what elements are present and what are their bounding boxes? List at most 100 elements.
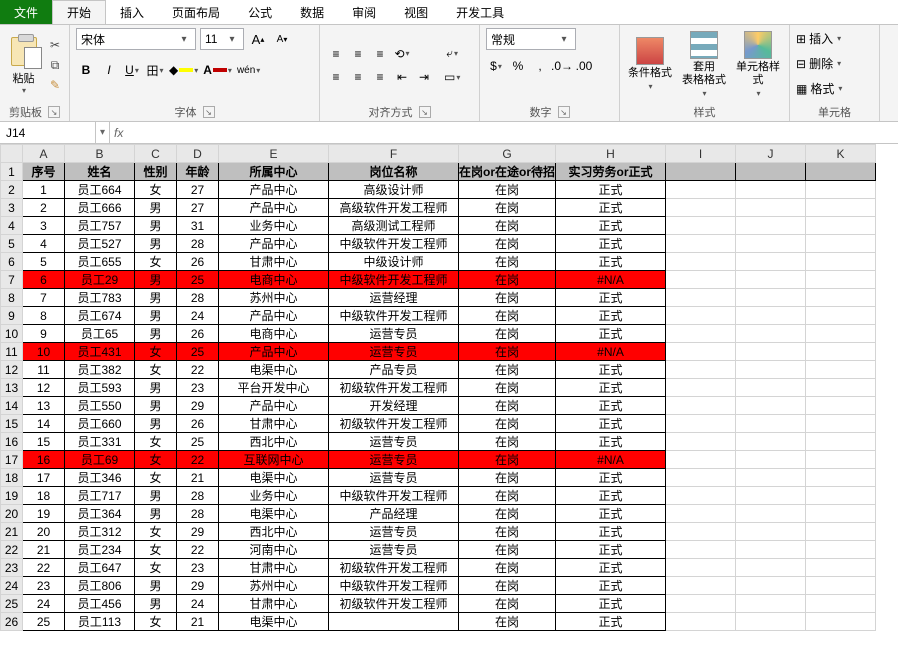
data-cell[interactable]: 男 bbox=[135, 271, 177, 289]
data-cell[interactable]: 22 bbox=[23, 559, 65, 577]
data-cell[interactable]: 员工527 bbox=[65, 235, 135, 253]
data-cell[interactable]: 28 bbox=[177, 505, 219, 523]
data-cell[interactable]: 男 bbox=[135, 397, 177, 415]
data-cell[interactable]: 员工364 bbox=[65, 505, 135, 523]
data-cell[interactable]: 在岗 bbox=[459, 577, 556, 595]
data-cell[interactable]: 在岗 bbox=[459, 217, 556, 235]
data-cell[interactable]: 9 bbox=[23, 325, 65, 343]
data-cell[interactable]: 在岗 bbox=[459, 523, 556, 541]
row-header[interactable]: 3 bbox=[1, 199, 23, 217]
row-header[interactable]: 12 bbox=[1, 361, 23, 379]
data-cell[interactable]: 正式 bbox=[556, 289, 666, 307]
col-header[interactable]: F bbox=[329, 145, 459, 163]
data-cell[interactable]: 女 bbox=[135, 361, 177, 379]
data-cell[interactable]: 23 bbox=[23, 577, 65, 595]
col-header[interactable]: K bbox=[806, 145, 876, 163]
data-cell[interactable]: 29 bbox=[177, 523, 219, 541]
dec-decimal-button[interactable]: .00 bbox=[574, 56, 594, 76]
name-box[interactable]: J14 bbox=[0, 122, 96, 143]
data-cell[interactable]: 初级软件开发工程师 bbox=[329, 595, 459, 613]
row-header[interactable]: 23 bbox=[1, 559, 23, 577]
data-header-cell[interactable]: 年龄 bbox=[177, 163, 219, 181]
data-cell[interactable]: 6 bbox=[23, 271, 65, 289]
data-cell[interactable]: 正式 bbox=[556, 307, 666, 325]
data-cell[interactable]: 男 bbox=[135, 577, 177, 595]
align-left-button[interactable]: ≡ bbox=[326, 67, 346, 87]
data-cell[interactable]: 电渠中心 bbox=[219, 613, 329, 631]
data-cell[interactable]: 员工234 bbox=[65, 541, 135, 559]
data-cell[interactable]: 员工660 bbox=[65, 415, 135, 433]
data-cell[interactable]: 员工655 bbox=[65, 253, 135, 271]
data-cell[interactable]: 在岗 bbox=[459, 271, 556, 289]
tab-file[interactable]: 文件 bbox=[0, 0, 52, 24]
align-middle-button[interactable]: ≡ bbox=[348, 44, 368, 64]
data-cell[interactable]: 中级软件开发工程师 bbox=[329, 307, 459, 325]
data-cell[interactable]: 初级软件开发工程师 bbox=[329, 379, 459, 397]
data-cell[interactable]: 甘肃中心 bbox=[219, 415, 329, 433]
percent-button[interactable]: % bbox=[508, 56, 528, 76]
data-cell[interactable]: 正式 bbox=[556, 217, 666, 235]
data-cell[interactable]: 31 bbox=[177, 217, 219, 235]
name-box-dropdown[interactable]: ▾ bbox=[96, 122, 110, 143]
data-cell[interactable]: 员工757 bbox=[65, 217, 135, 235]
data-cell[interactable]: 25 bbox=[177, 433, 219, 451]
data-cell[interactable]: 员工550 bbox=[65, 397, 135, 415]
data-header-cell[interactable]: 性别 bbox=[135, 163, 177, 181]
data-cell[interactable]: 25 bbox=[177, 271, 219, 289]
data-cell[interactable]: 女 bbox=[135, 253, 177, 271]
data-cell[interactable]: 在岗 bbox=[459, 307, 556, 325]
row-header[interactable]: 16 bbox=[1, 433, 23, 451]
row-header[interactable]: 17 bbox=[1, 451, 23, 469]
copy-button[interactable] bbox=[47, 58, 63, 72]
data-cell[interactable]: 26 bbox=[177, 325, 219, 343]
data-cell[interactable]: 男 bbox=[135, 379, 177, 397]
row-header[interactable]: 10 bbox=[1, 325, 23, 343]
data-cell[interactable]: 员工65 bbox=[65, 325, 135, 343]
row-header[interactable]: 7 bbox=[1, 271, 23, 289]
data-cell[interactable]: 26 bbox=[177, 253, 219, 271]
data-cell[interactable]: 25 bbox=[177, 343, 219, 361]
data-cell[interactable]: 在岗 bbox=[459, 235, 556, 253]
data-cell[interactable]: 在岗 bbox=[459, 505, 556, 523]
data-cell[interactable]: 正式 bbox=[556, 487, 666, 505]
data-cell[interactable] bbox=[329, 613, 459, 631]
data-cell[interactable]: 11 bbox=[23, 361, 65, 379]
data-cell[interactable]: 12 bbox=[23, 379, 65, 397]
data-cell[interactable]: 22 bbox=[177, 361, 219, 379]
delete-cells-button[interactable]: ⊟删除▾ bbox=[796, 53, 841, 74]
data-cell[interactable]: 女 bbox=[135, 433, 177, 451]
orientation-button[interactable]: ⟲▾ bbox=[392, 44, 412, 64]
format-as-table-button[interactable]: 套用 表格格式▾ bbox=[680, 31, 728, 100]
data-cell[interactable]: 男 bbox=[135, 217, 177, 235]
data-cell[interactable]: 2 bbox=[23, 199, 65, 217]
data-cell[interactable]: 25 bbox=[23, 613, 65, 631]
align-top-button[interactable]: ≡ bbox=[326, 44, 346, 64]
data-cell[interactable]: 正式 bbox=[556, 361, 666, 379]
data-cell[interactable]: 24 bbox=[177, 595, 219, 613]
increase-font-button[interactable]: A▴ bbox=[248, 29, 268, 49]
data-cell[interactable]: 男 bbox=[135, 289, 177, 307]
row-header[interactable]: 13 bbox=[1, 379, 23, 397]
data-cell[interactable]: 员工29 bbox=[65, 271, 135, 289]
data-cell[interactable]: 初级软件开发工程师 bbox=[329, 415, 459, 433]
data-cell[interactable]: 正式 bbox=[556, 253, 666, 271]
data-cell[interactable]: 正式 bbox=[556, 235, 666, 253]
data-cell[interactable]: 电商中心 bbox=[219, 271, 329, 289]
data-cell[interactable]: 产品中心 bbox=[219, 397, 329, 415]
data-cell[interactable]: 在岗 bbox=[459, 487, 556, 505]
tab-review[interactable]: 审阅 bbox=[338, 0, 390, 24]
data-cell[interactable]: 正式 bbox=[556, 541, 666, 559]
data-cell[interactable]: 女 bbox=[135, 559, 177, 577]
row-header[interactable]: 6 bbox=[1, 253, 23, 271]
row-header[interactable]: 24 bbox=[1, 577, 23, 595]
data-header-cell[interactable]: 序号 bbox=[23, 163, 65, 181]
data-cell[interactable]: 男 bbox=[135, 415, 177, 433]
bold-button[interactable]: B bbox=[76, 60, 96, 80]
data-cell[interactable]: 产品中心 bbox=[219, 307, 329, 325]
data-cell[interactable]: 21 bbox=[177, 469, 219, 487]
data-cell[interactable]: 26 bbox=[177, 415, 219, 433]
data-cell[interactable]: 23 bbox=[177, 559, 219, 577]
data-cell[interactable]: 27 bbox=[177, 199, 219, 217]
data-cell[interactable]: 中级软件开发工程师 bbox=[329, 487, 459, 505]
data-cell[interactable]: 在岗 bbox=[459, 595, 556, 613]
